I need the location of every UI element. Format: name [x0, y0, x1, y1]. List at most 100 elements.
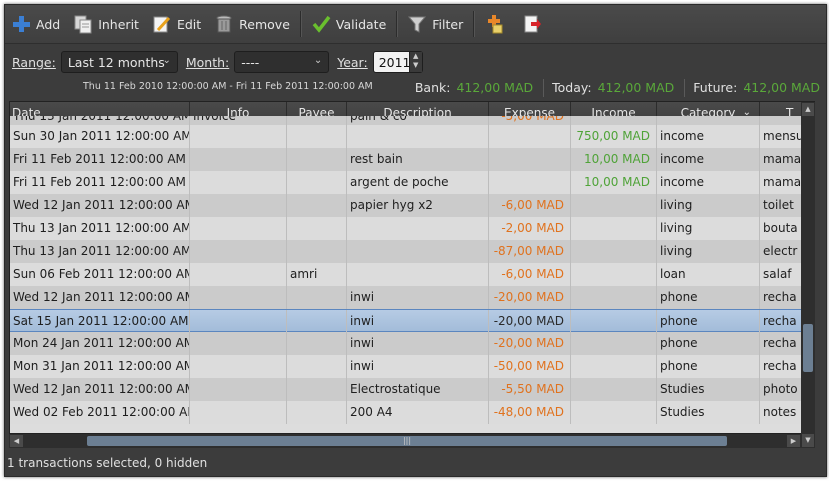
year-spinbox[interactable]: 2011 ▲ ▼ — [372, 51, 423, 73]
cell-info — [190, 355, 287, 378]
table-row[interactable]: Fri 11 Feb 2011 12:00:00 AM argent de poc… — [10, 171, 802, 194]
scroll-right-icon[interactable]: ▶ — [787, 435, 800, 447]
month-select[interactable]: ---- ⌄ — [234, 51, 330, 73]
month-label: Month: — [185, 54, 230, 70]
cell-tags: recha — [760, 332, 802, 355]
inherit-label: Inherit — [98, 16, 139, 32]
cell-expense: -50,00 MAD — [489, 355, 571, 378]
vertical-scrollbar[interactable]: ▲ ▼ — [801, 101, 815, 448]
validate-button[interactable]: Validate — [305, 9, 393, 39]
scroll-left-icon[interactable]: ◀ — [10, 435, 23, 447]
filter-bar: Range: Last 12 months ⌄ Month: ---- ⌄ Ye… — [5, 49, 826, 75]
table-row[interactable]: Wed 12 Jan 2011 12:00:00 AM Electrostatiq… — [10, 378, 802, 401]
cell-info — [190, 148, 287, 171]
vertical-scroll-thumb[interactable] — [803, 324, 813, 372]
cell-expense: -6,00 MAD — [489, 263, 571, 286]
cell-date: Thu 13 Jan 2011 12:00:00 AM — [10, 240, 190, 263]
table-row[interactable]: Wed 12 Jan 2011 12:00:00 AM inwi -20,00 MA… — [10, 286, 802, 309]
today-label: Today: — [552, 80, 592, 95]
toolbar-separator — [396, 11, 399, 37]
cell-expense — [489, 171, 571, 194]
filter-funnel-icon — [407, 14, 427, 34]
table-row[interactable]: Fri 11 Feb 2011 12:00:00 AM rest bain 10,0… — [10, 148, 802, 171]
cell-description: pain & co — [347, 116, 489, 125]
table-row[interactable]: Sun 06 Feb 2011 12:00:00 AM amri -6,00 MAD… — [10, 263, 802, 286]
table-body: Thu 13 Jan 2011 12:00:00 AM Invoice pain… — [10, 116, 802, 424]
cell-expense: -48,00 MAD — [489, 401, 571, 424]
cell-income — [571, 378, 657, 401]
balances-bar: Bank: 412,00 MAD Today: 412,00 MAD Futur… — [414, 79, 826, 97]
cell-info — [190, 332, 287, 355]
cell-expense — [489, 125, 571, 148]
toolbar: Add Inherit Edit Remove Validate Filter — [5, 5, 826, 44]
spin-arrows-icon[interactable]: ▲ ▼ — [408, 52, 422, 72]
cell-category: phone — [657, 355, 760, 378]
cell-info — [190, 194, 287, 217]
table-row-selected[interactable]: Sat 15 Jan 2011 12:00:00 AM inwi -20,00 MA… — [10, 309, 802, 333]
toolbar-separator — [299, 11, 302, 37]
cell-tags: recha — [760, 310, 802, 333]
month-value: ---- — [241, 54, 260, 70]
cell-category: living — [657, 217, 760, 240]
cell-payee — [287, 171, 347, 194]
horizontal-scroll-thumb[interactable]: ||| — [87, 436, 727, 446]
filter-button[interactable]: Filter — [401, 9, 470, 39]
cell-category — [657, 116, 760, 125]
cell-description: argent de poche — [347, 171, 489, 194]
cell-info — [190, 263, 287, 286]
add-label: Add — [36, 16, 61, 32]
cell-date: Mon 31 Jan 2011 12:00:00 AM — [10, 355, 190, 378]
cell-date: Sun 30 Jan 2011 12:00:00 AM — [10, 125, 190, 148]
cell-payee — [287, 194, 347, 217]
add-transfer-button[interactable] — [478, 9, 516, 39]
cell-expense: -5,50 MAD — [489, 378, 571, 401]
filter-label: Filter — [432, 16, 464, 32]
exit-document-icon — [522, 14, 542, 34]
balance-separator — [684, 79, 686, 97]
cell-description: inwi — [347, 355, 489, 378]
plus-document-icon — [484, 14, 504, 34]
toolbar-separator — [473, 11, 476, 37]
table-row[interactable]: Wed 02 Feb 2011 12:00:00 AM 200 A4 -48,00 … — [10, 401, 802, 424]
cell-tags: mensu — [760, 125, 802, 148]
table-row[interactable]: Thu 13 Jan 2011 12:00:00 AM -2,00 MAD livi… — [10, 217, 802, 240]
status-bar-text: 1 transactions selected, 0 hidden — [7, 456, 208, 470]
cell-date: Wed 12 Jan 2011 12:00:00 AM — [10, 194, 190, 217]
cell-description: inwi — [347, 310, 489, 333]
table-row[interactable]: Mon 24 Jan 2011 12:00:00 AM inwi -20,00 MA… — [10, 332, 802, 355]
cell-description: inwi — [347, 332, 489, 355]
cell-category: Studies — [657, 378, 760, 401]
export-button[interactable] — [516, 9, 554, 39]
table-row[interactable]: Mon 31 Jan 2011 12:00:00 AM inwi -50,00 MA… — [10, 355, 802, 378]
table-row[interactable]: Thu 13 Jan 2011 12:00:00 AM -87,00 MAD liv… — [10, 240, 802, 263]
cell-payee — [287, 148, 347, 171]
cell-tags: recha — [760, 286, 802, 309]
table-row[interactable]: Thu 13 Jan 2011 12:00:00 AM Invoice pain… — [10, 116, 802, 125]
cell-info: Invoice — [190, 116, 287, 125]
cell-expense: -87,00 MAD — [489, 240, 571, 263]
cell-payee — [287, 332, 347, 355]
inherit-button[interactable]: Inherit — [67, 9, 146, 39]
cell-income — [571, 240, 657, 263]
remove-button[interactable]: Remove — [208, 9, 297, 39]
cell-expense: -6,00 MAD — [489, 194, 571, 217]
cell-payee — [287, 355, 347, 378]
cell-description: Electrostatique — [347, 378, 489, 401]
bank-label: Bank: — [414, 80, 451, 95]
date-range-text: Thu 11 Feb 2010 12:00:00 AM - Fri 11 Feb… — [83, 81, 373, 92]
app-window: Add Inherit Edit Remove Validate Filter … — [4, 4, 827, 477]
table-row[interactable]: Wed 12 Jan 2011 12:00:00 AM papier hyg x2… — [10, 194, 802, 217]
horizontal-scrollbar[interactable]: ◀ ||| ▶ — [9, 433, 801, 448]
add-button[interactable]: Add — [5, 9, 67, 39]
scroll-down-icon[interactable]: ▼ — [802, 434, 814, 447]
cell-income — [571, 286, 657, 309]
cell-category: Studies — [657, 401, 760, 424]
range-select[interactable]: Last 12 months ⌄ — [60, 51, 178, 73]
cell-category: income — [657, 125, 760, 148]
table-row[interactable]: Sun 30 Jan 2011 12:00:00 AM 750,00 MAD inc… — [10, 125, 802, 148]
cell-tags — [760, 116, 802, 125]
scroll-up-icon[interactable]: ▲ — [802, 103, 814, 116]
edit-button[interactable]: Edit — [146, 9, 208, 39]
cell-expense: -20,00 MAD — [489, 286, 571, 309]
cell-info — [190, 171, 287, 194]
